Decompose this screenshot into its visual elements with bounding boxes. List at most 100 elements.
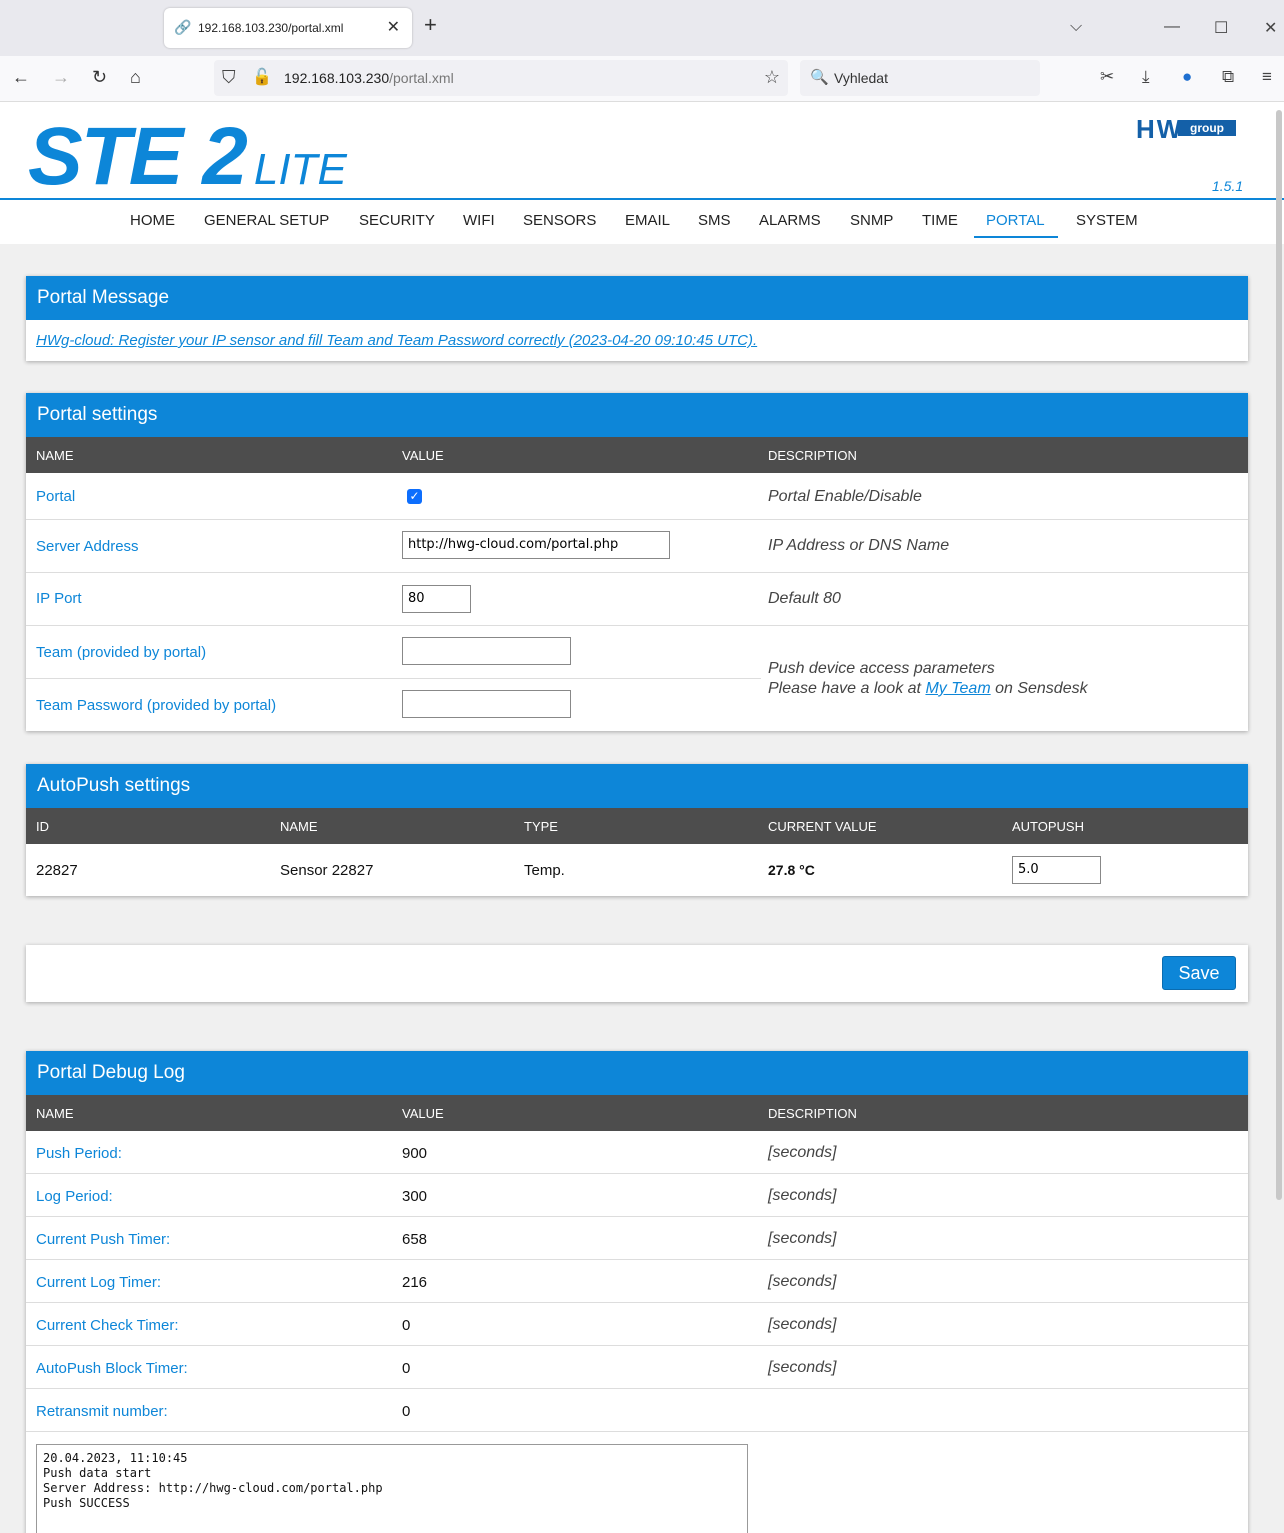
table-row: Current Push Timer: 658 [seconds] [26,1217,1248,1260]
push-access-desc: Push device access parameters Please hav… [768,659,1088,699]
log-timer-unit: [seconds] [768,1273,837,1290]
menu-general-setup[interactable]: GENERAL SETUP [204,212,329,229]
col-current-value: CURRENT VALUE [768,819,877,834]
server-address-row: Server Address http://hwg-cloud.com/port… [26,520,1248,573]
reload-icon[interactable]: ↻ [92,67,107,88]
retransmit-value: 0 [402,1403,411,1420]
retransmit-label: Retransmit number: [36,1403,168,1420]
block-timer-label: AutoPush Block Timer: [36,1360,188,1377]
table-row: Current Log Timer: 216 [seconds] [26,1260,1248,1303]
forward-icon[interactable]: → [52,67,70,88]
menu-snmp[interactable]: SNMP [850,212,893,229]
portal-message-link[interactable]: HWg-cloud: Register your IP sensor and f… [36,332,757,349]
menu-system[interactable]: SYSTEM [1076,212,1138,229]
address-bar[interactable]: ⛉ 🔓 192.168.103.230/portal.xml ☆ [214,60,788,96]
save-button[interactable]: Save [1162,956,1236,990]
col-description: DESCRIPTION [768,1106,857,1121]
ip-port-row: IP Port 80 Default 80 [26,573,1248,626]
check-timer-label: Current Check Timer: [36,1317,179,1334]
back-icon[interactable]: ← [12,67,30,88]
menu-alarms[interactable]: ALARMS [759,212,821,229]
team-password-label: Team Password (provided by portal) [36,697,277,714]
push-period-unit: [seconds] [768,1144,837,1161]
portal-enable-checkbox[interactable]: ✓ [407,489,422,504]
log-period-label: Log Period: [36,1188,113,1205]
new-tab-icon[interactable]: + [424,14,437,36]
search-icon: 🔍 [810,69,829,86]
ip-port-desc: Default 80 [768,590,841,607]
extensions-puzzle-icon[interactable]: ⧉ [1222,67,1234,87]
debug-log-textarea[interactable]: 20.04.2023, 11:10:45 Push data start Ser… [36,1444,748,1533]
menu-wifi[interactable]: WIFI [463,212,495,229]
sensor-type: Temp. [524,862,565,879]
portal-message-title: Portal Message [26,276,1248,320]
close-tab-icon[interactable]: ✕ [387,17,400,37]
autopush-title: AutoPush settings [26,764,1248,808]
page-favicon-icon: 🔗 [174,19,192,35]
server-address-input[interactable]: http://hwg-cloud.com/portal.php [402,531,670,559]
menu-sensors[interactable]: SENSORS [523,212,596,229]
shield-icon[interactable]: ⛉ [222,67,236,88]
menu-security[interactable]: SECURITY [359,212,435,229]
my-team-link[interactable]: My Team [925,680,990,697]
bookmark-star-icon[interactable]: ☆ [764,67,780,88]
screenshot-icon[interactable]: ✂ [1100,67,1114,87]
menu-sms[interactable]: SMS [698,212,731,229]
menu-hamburger-icon[interactable]: ≡ [1262,67,1272,87]
push-desc-prefix: Please have a look at [768,680,926,697]
page-scrollbar[interactable] [1276,110,1282,1200]
ip-port-label: IP Port [36,590,82,607]
browser-tab[interactable]: 🔗 192.168.103.230/portal.xml ✕ [164,8,412,48]
minimize-icon[interactable]: — [1164,18,1180,36]
push-timer-unit: [seconds] [768,1230,837,1247]
debug-log-title: Portal Debug Log [26,1051,1248,1095]
tab-list-chevron-icon[interactable]: ⌵ [1070,18,1082,36]
search-bar[interactable]: 🔍 Vyhledat [800,60,1040,96]
table-row: Push Period: 900 [seconds] [26,1131,1248,1174]
window-close-icon[interactable]: ✕ [1264,18,1277,38]
menu-portal[interactable]: PORTAL [986,212,1045,229]
log-period-value: 300 [402,1188,428,1205]
server-address-label: Server Address [36,538,139,555]
ste2-lite-logo: STE 2 LITE [28,111,347,202]
save-panel: Save [26,945,1248,1002]
autopush-header: ID NAME TYPE CURRENT VALUE AUTOPUSH [26,808,1248,844]
browser-tabbar: 🔗 192.168.103.230/portal.xml ✕ + ⌵ — ☐ ✕ [0,0,1284,56]
col-description: DESCRIPTION [768,448,857,463]
table-row: 22827 Sensor 22827 Temp. 27.8 °C 5.0 [26,844,1248,896]
url-text[interactable]: 192.168.103.230/portal.xml [284,70,454,86]
block-timer-unit: [seconds] [768,1359,837,1376]
extension-icon[interactable]: ● [1182,67,1192,87]
table-row: Current Check Timer: 0 [seconds] [26,1303,1248,1346]
ip-port-input[interactable]: 80 [402,585,471,613]
download-icon[interactable]: ⤓ [1142,67,1150,87]
insecure-lock-icon[interactable]: 🔓 [252,67,272,87]
team-divider [26,678,761,679]
push-period-value: 900 [402,1145,428,1162]
sensor-id: 22827 [36,862,78,879]
col-value: VALUE [402,448,444,463]
portal-desc: Portal Enable/Disable [768,488,922,505]
maximize-icon[interactable]: ☐ [1214,18,1228,38]
check-timer-unit: [seconds] [768,1316,837,1333]
portal-settings-title: Portal settings [26,393,1248,437]
push-period-label: Push Period: [36,1145,122,1162]
firmware-version: 1.5.1 [1212,178,1244,194]
team-rows: Team (provided by portal) Team Password … [26,626,1248,732]
col-type: TYPE [524,819,558,834]
menu-email[interactable]: EMAIL [625,212,670,229]
active-menu-indicator [974,236,1058,238]
col-sensor-name: NAME [280,819,318,834]
menu-home[interactable]: HOME [130,212,175,229]
menu-time[interactable]: TIME [922,212,958,229]
team-input[interactable] [402,637,571,665]
portal-label: Portal [36,488,76,505]
team-password-input[interactable] [402,690,571,718]
col-name: NAME [36,1106,74,1121]
push-timer-label: Current Push Timer: [36,1231,171,1248]
autopush-input[interactable]: 5.0 [1012,856,1101,884]
portal-settings-panel: Portal settings NAME VALUE DESCRIPTION P… [26,393,1248,731]
portal-enable-row: Portal ✓ Portal Enable/Disable [26,473,1248,520]
home-icon[interactable]: ⌂ [130,67,141,88]
portal-message-panel: Portal Message HWg-cloud: Register your … [26,276,1248,361]
